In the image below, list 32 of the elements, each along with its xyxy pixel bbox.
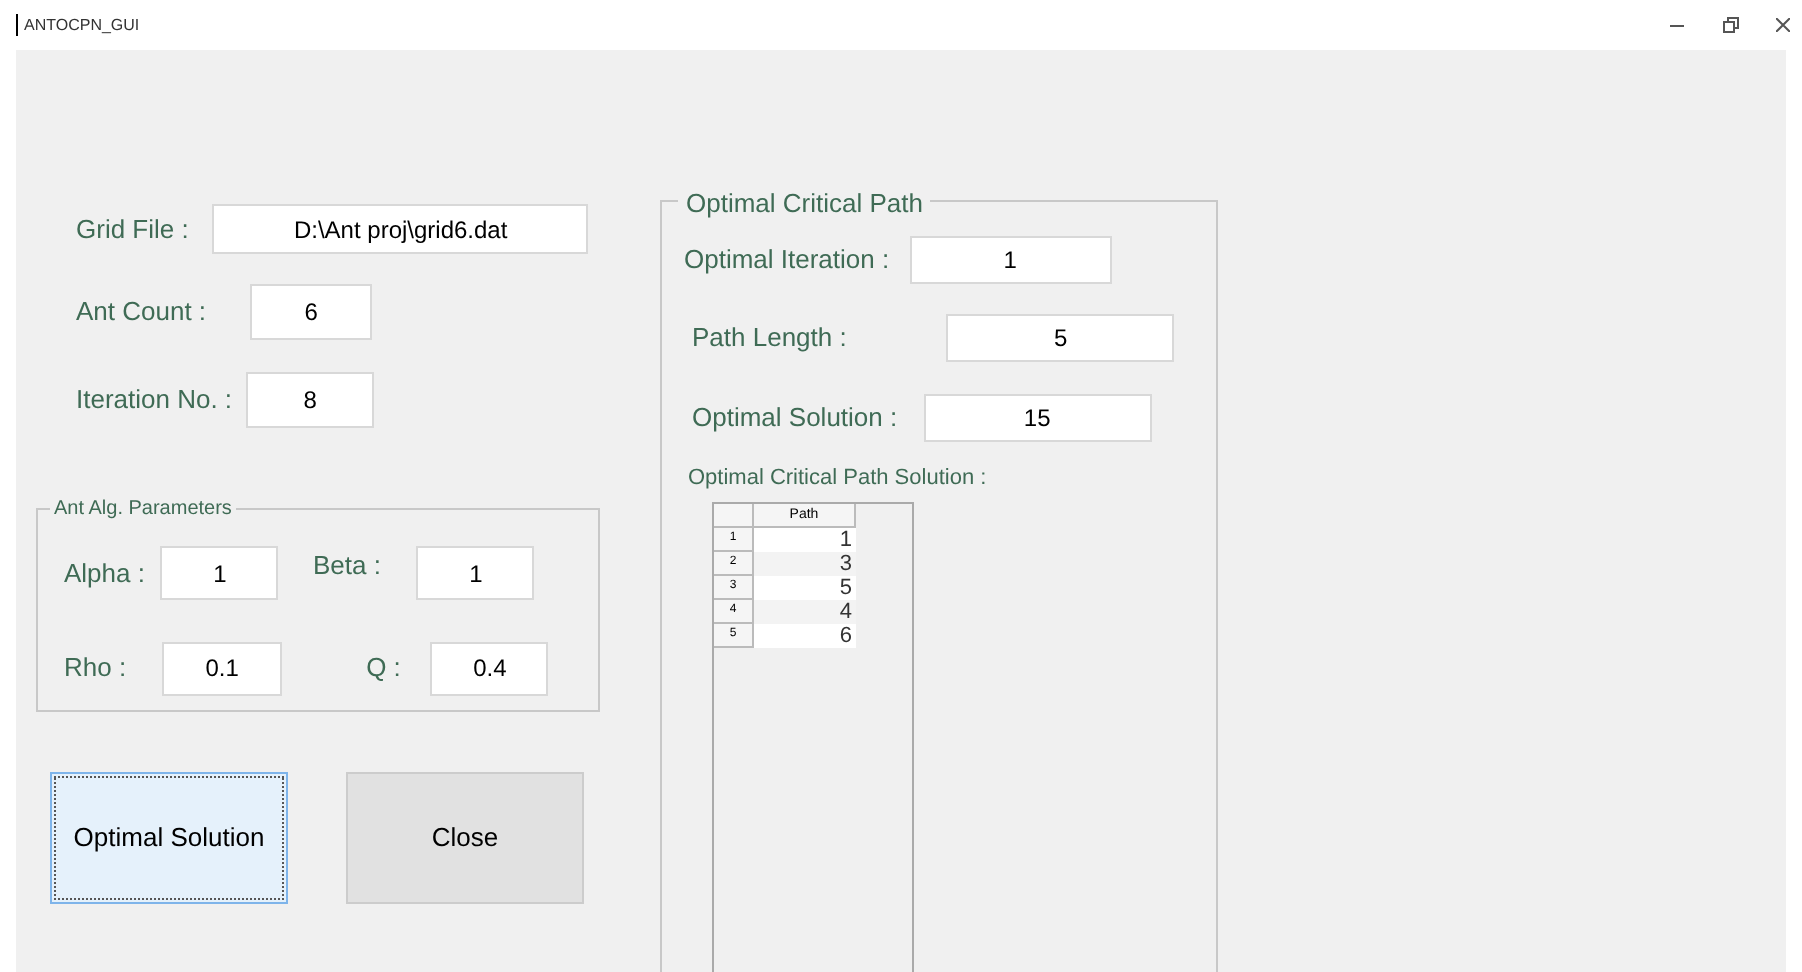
table-cell: 4 xyxy=(754,599,856,623)
value-field[interactable]: 0.1 xyxy=(162,641,283,695)
action-button[interactable]: Close xyxy=(346,772,584,904)
field-label: Grid File : xyxy=(76,211,189,248)
field-label: Optimal Solution : xyxy=(692,400,898,437)
value-field[interactable]: D:\Ant proj\grid6.dat xyxy=(212,204,589,254)
field-label: Path Length : xyxy=(692,320,847,357)
group-title: Ant Alg. Parameters xyxy=(50,494,236,524)
value-field[interactable]: 1 xyxy=(416,546,535,601)
value-field[interactable]: 1 xyxy=(909,236,1112,284)
restore-icon[interactable] xyxy=(1722,16,1740,34)
field-label: Rho : xyxy=(64,650,127,687)
table-cell: 6 xyxy=(754,623,856,647)
action-button[interactable]: Optimal Solution xyxy=(50,772,288,904)
value-field[interactable]: 0.4 xyxy=(430,641,549,695)
value-field[interactable]: 1 xyxy=(160,546,279,601)
value-field[interactable]: 6 xyxy=(250,284,373,340)
table-label: Optimal Critical Path Solution : xyxy=(688,464,989,494)
table-cell: 3 xyxy=(754,551,856,575)
field-label: Q : xyxy=(366,650,401,687)
field-label: Iteration No. : xyxy=(76,382,233,419)
table-cell: 5 xyxy=(754,575,856,599)
value-field[interactable]: 5 xyxy=(946,314,1175,362)
window-title: ANTOCPN_GUI xyxy=(24,13,140,37)
field-label: Alpha : xyxy=(64,556,145,592)
close-icon[interactable] xyxy=(1776,18,1790,32)
field-label: Optimal Iteration : xyxy=(684,242,890,279)
value-field[interactable]: 8 xyxy=(246,372,375,428)
field-label: Ant Count : xyxy=(76,294,207,331)
table-cell: 1 xyxy=(754,527,856,551)
value-field[interactable]: 15 xyxy=(923,394,1152,442)
field-label: Beta : xyxy=(312,548,381,584)
